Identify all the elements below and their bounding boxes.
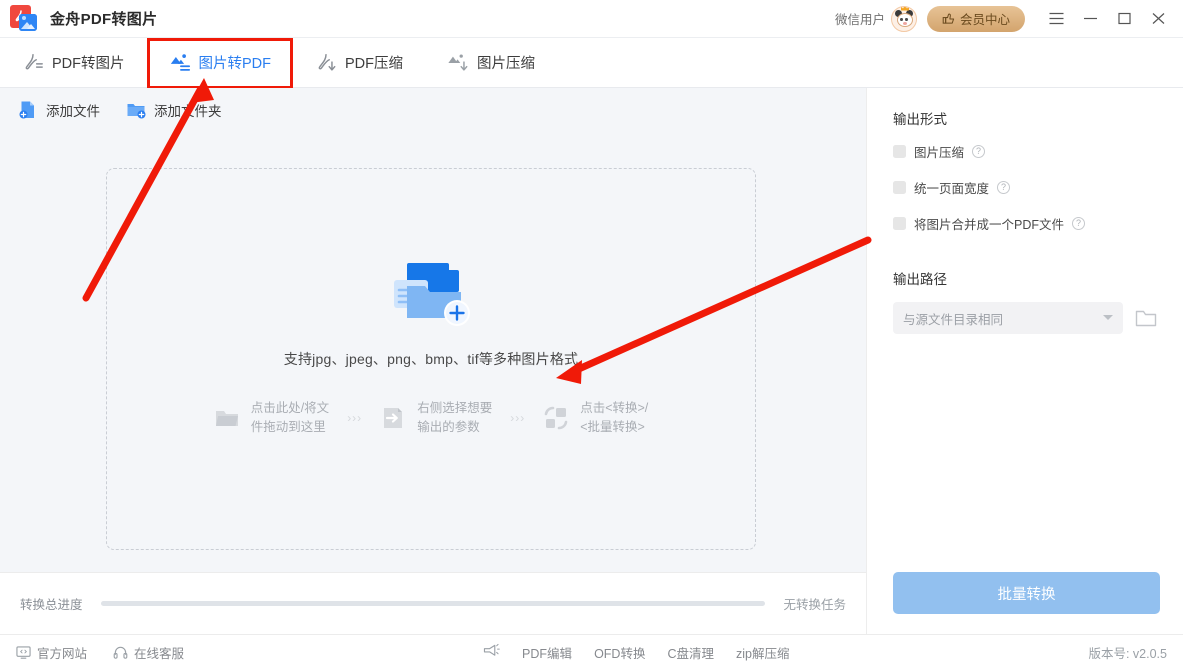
step-3: 点击<转换>/ <批量转换> <box>543 399 648 437</box>
progress-status: 无转换任务 <box>783 594 846 613</box>
step-separator-1: ››› <box>347 411 362 425</box>
option-uniform-page-width[interactable]: 统一页面宽度 ? <box>893 178 1159 197</box>
output-format-title: 输出形式 <box>893 108 1159 128</box>
browse-folder-button[interactable] <box>1135 307 1159 329</box>
promo-zip-extract[interactable]: zip解压缩 <box>736 643 789 662</box>
progress-label: 转换总进度 <box>20 594 83 613</box>
title-bar: 金舟PDF转图片 微信用户 会员中心 <box>0 0 1183 38</box>
pdf-to-image-icon <box>22 52 44 74</box>
add-folder-button[interactable]: 添加文件夹 <box>126 100 222 120</box>
option-image-compress[interactable]: 图片压缩 ? <box>893 142 1159 161</box>
monitor-icon <box>16 645 31 660</box>
supported-formats-hint: 支持jpg、jpeg、png、bmp、tif等多种图片格式 <box>284 349 578 369</box>
step-separator-2: ››› <box>510 411 525 425</box>
user-name-label: 微信用户 <box>835 9 885 28</box>
option-label: 将图片合并成一个PDF文件 <box>914 214 1064 233</box>
checkbox[interactable] <box>893 181 906 194</box>
tab-label: 图片转PDF <box>199 52 272 73</box>
application-window: 金舟PDF转图片 微信用户 会员中心 <box>0 0 1183 670</box>
option-label: 统一页面宽度 <box>914 178 989 197</box>
help-icon[interactable]: ? <box>1072 217 1085 230</box>
help-icon[interactable]: ? <box>972 145 985 158</box>
file-drop-zone[interactable]: 支持jpg、jpeg、png、bmp、tif等多种图片格式 点击此处/将文 件拖… <box>106 168 756 550</box>
step-2-text: 右侧选择想要 输出的参数 <box>417 399 492 437</box>
folder-open-icon <box>1135 307 1159 329</box>
add-file-button[interactable]: 添加文件 <box>18 100 100 120</box>
option-label: 图片压缩 <box>914 142 964 161</box>
promo-label: C盘清理 <box>667 643 714 662</box>
app-title: 金舟PDF转图片 <box>50 8 157 29</box>
output-path-title: 输出路径 <box>893 268 1159 288</box>
link-label: 在线客服 <box>134 643 184 662</box>
step-3-text: 点击<转换>/ <批量转换> <box>580 399 648 437</box>
file-toolbar: 添加文件 添加文件夹 <box>0 88 866 132</box>
export-arrow-icon <box>380 405 406 431</box>
member-center-button[interactable]: 会员中心 <box>927 6 1025 32</box>
window-controls <box>1039 4 1175 34</box>
usage-steps: 点击此处/将文 件拖动到这里 ››› 右侧选择想要 输出的参数 <box>214 399 649 437</box>
batch-convert-label: 批量转换 <box>998 583 1056 604</box>
version-label: 版本号: v2.0.5 <box>1088 643 1167 662</box>
maximize-icon[interactable] <box>1107 4 1141 34</box>
conversion-progress-bar-row: 转换总进度 无转换任务 <box>0 572 866 634</box>
tab-image-to-pdf[interactable]: 图片转PDF <box>147 38 294 88</box>
online-support-link[interactable]: 在线客服 <box>113 643 184 662</box>
promo-c-drive-clean[interactable]: C盘清理 <box>667 643 714 662</box>
checkbox[interactable] <box>893 217 906 230</box>
image-to-pdf-icon <box>169 52 191 74</box>
option-merge-into-one-pdf[interactable]: 将图片合并成一个PDF文件 ? <box>893 214 1159 233</box>
promo-label: PDF编辑 <box>522 643 572 662</box>
promo-pdf-edit[interactable]: PDF编辑 <box>522 643 572 662</box>
add-folder-label: 添加文件夹 <box>154 100 222 120</box>
chevron-down-icon <box>1103 315 1113 320</box>
megaphone-icon <box>483 643 500 663</box>
progress-track <box>101 601 766 606</box>
step-1: 点击此处/将文 件拖动到这里 <box>214 399 329 437</box>
avatar[interactable] <box>891 6 917 32</box>
step-1-text: 点击此处/将文 件拖动到这里 <box>251 399 329 437</box>
headset-icon <box>113 645 128 660</box>
thumbs-up-icon <box>942 12 955 25</box>
app-logo-icon <box>10 5 38 33</box>
settings-panel: 输出形式 图片压缩 ? 统一页面宽度 ? 将图片合并成一个PDF文件 ? 输出路… <box>866 88 1183 634</box>
image-compress-icon <box>447 52 469 74</box>
folder-add-illustration <box>385 261 477 327</box>
output-path-select[interactable]: 与源文件目录相同 <box>893 302 1123 334</box>
promo-ofd-convert[interactable]: OFD转换 <box>594 643 645 662</box>
tab-pdf-to-image[interactable]: PDF转图片 <box>0 38 147 88</box>
official-website-link[interactable]: 官方网站 <box>16 643 87 662</box>
output-path-value: 与源文件目录相同 <box>903 309 1003 328</box>
minimize-icon[interactable] <box>1073 4 1107 34</box>
close-icon[interactable] <box>1141 4 1175 34</box>
add-file-label: 添加文件 <box>46 100 100 120</box>
tab-label: PDF转图片 <box>52 52 125 73</box>
add-folder-icon <box>126 100 146 120</box>
add-file-icon <box>18 100 38 120</box>
promo-links: PDF编辑 OFD转换 C盘清理 zip解压缩 <box>483 643 789 663</box>
member-center-label: 会员中心 <box>960 9 1010 28</box>
tab-label: PDF压缩 <box>345 52 403 73</box>
batch-convert-button[interactable]: 批量转换 <box>893 572 1160 614</box>
status-bar-left: 官方网站 在线客服 <box>16 643 184 662</box>
step-2: 右侧选择想要 输出的参数 <box>380 399 492 437</box>
promo-label: zip解压缩 <box>736 643 789 662</box>
link-label: 官方网站 <box>37 643 87 662</box>
open-folder-icon <box>214 405 240 431</box>
tab-label: 图片压缩 <box>477 52 535 73</box>
tab-pdf-compress[interactable]: PDF压缩 <box>293 38 425 88</box>
status-bar: 官方网站 在线客服 PDF编辑 OF <box>0 634 1183 670</box>
output-path-row: 与源文件目录相同 <box>893 302 1159 334</box>
checkbox[interactable] <box>893 145 906 158</box>
tab-image-compress[interactable]: 图片压缩 <box>425 38 557 88</box>
convert-icon <box>543 405 569 431</box>
hamburger-menu-icon[interactable] <box>1039 4 1073 34</box>
help-icon[interactable]: ? <box>997 181 1010 194</box>
pdf-compress-icon <box>315 52 337 74</box>
main-content-area: 支持jpg、jpeg、png、bmp、tif等多种图片格式 点击此处/将文 件拖… <box>0 132 866 572</box>
promo-label: OFD转换 <box>594 643 645 662</box>
main-tab-bar: PDF转图片 图片转PDF PDF压缩 <box>0 38 1183 88</box>
